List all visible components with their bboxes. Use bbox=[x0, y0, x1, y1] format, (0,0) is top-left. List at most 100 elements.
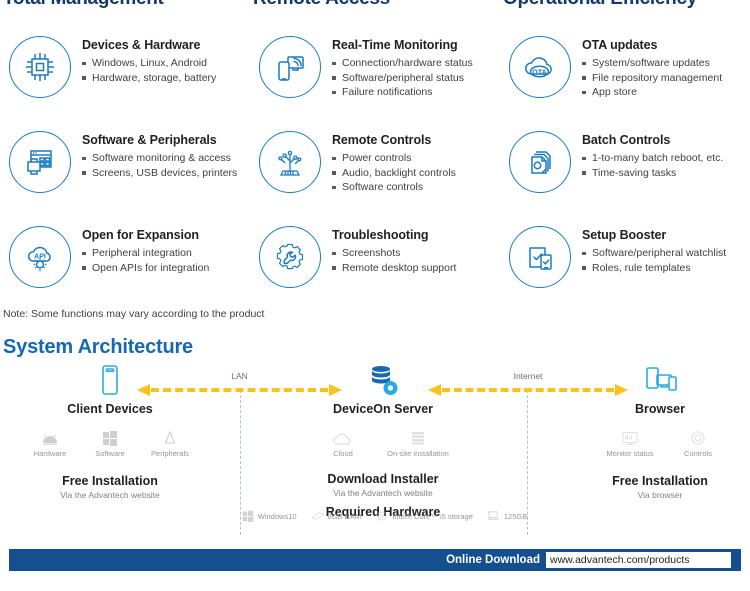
feature-title: Open for Expansion bbox=[82, 228, 199, 242]
feature-card-ota-updates: OTA OTA updates System/software updates … bbox=[500, 30, 750, 125]
cloud-icon bbox=[308, 426, 378, 446]
feature-title: Remote Controls bbox=[332, 133, 432, 147]
chip-icon bbox=[9, 36, 71, 98]
feature-bullet: Failure notifications bbox=[332, 85, 473, 100]
column-header-operational-efficiency: Operational Efficiency bbox=[503, 0, 697, 10]
hardware-label: 125GB bbox=[503, 511, 528, 521]
required-hardware-row: Windows10 8GB RAM Intel® Core™ i5 storag… bbox=[242, 510, 527, 522]
feature-bullet: Hardware, storage, battery bbox=[82, 71, 216, 86]
sub-item-label: On-site installation bbox=[387, 449, 449, 458]
feature-row: Devices & Hardware Windows, Linux, Andro… bbox=[0, 30, 750, 125]
feature-grid: Devices & Hardware Windows, Linux, Andro… bbox=[0, 30, 750, 308]
sub-item: Software bbox=[80, 426, 140, 458]
hardware-label: Windows10 bbox=[257, 511, 297, 521]
feature-title: Setup Booster bbox=[582, 228, 667, 242]
product-note: Note: Some functions may vary according … bbox=[3, 308, 265, 320]
monitor-status-icon bbox=[592, 426, 668, 446]
feature-bullet: Software monitoring & access bbox=[82, 151, 237, 166]
feature-bullet: File repository management bbox=[582, 71, 722, 86]
sub-item-label: Software bbox=[95, 449, 125, 458]
node-deviceon-server: DeviceOn Server Cloud On-site installati… bbox=[288, 362, 478, 519]
feature-bullet: Connection/hardware status bbox=[332, 56, 473, 71]
feature-bullet: Peripheral integration bbox=[82, 246, 209, 261]
gear-wrench-icon bbox=[259, 226, 321, 288]
feature-row: API Open for Expansion Peripheral integr… bbox=[0, 220, 750, 308]
feature-bullets: Software monitoring & access Screens, US… bbox=[82, 151, 237, 180]
feature-bullet: Windows, Linux, Android bbox=[82, 56, 216, 71]
install-info: Free Installation Via browser bbox=[570, 474, 750, 500]
system-architecture-diagram: LAN Internet Client Devices Hardware Sof… bbox=[0, 362, 750, 537]
sub-item: On-site installation bbox=[378, 426, 458, 458]
feature-card-batch-controls: Batch Controls 1-to-many batch reboot, e… bbox=[500, 125, 750, 220]
realtime-monitor-icon bbox=[259, 36, 321, 98]
feature-bullet: Power controls bbox=[332, 151, 456, 166]
svg-text:OTA: OTA bbox=[532, 67, 547, 76]
hardware-item: 125GB bbox=[487, 510, 527, 522]
ota-cloud-icon: OTA bbox=[509, 36, 571, 98]
column-header-remote-access: Remote Access bbox=[253, 0, 390, 10]
node-browser: Browser Monitor status Controls Free Ins… bbox=[570, 362, 750, 500]
node-sub-items: Cloud On-site installation bbox=[288, 426, 478, 458]
feature-bullets: System/software updates File repository … bbox=[582, 56, 722, 100]
download-url[interactable]: www.advantech.com/products bbox=[546, 552, 731, 568]
install-title: Download Installer bbox=[327, 472, 439, 486]
install-subtitle: Via browser bbox=[637, 490, 683, 500]
node-client-devices: Client Devices Hardware Software Periphe… bbox=[20, 362, 200, 500]
svg-text:API: API bbox=[34, 254, 46, 261]
sub-item-label: Monitor status bbox=[606, 449, 654, 458]
api-cloud-gear-icon: API bbox=[9, 226, 71, 288]
sub-item-label: Cloud bbox=[333, 449, 353, 458]
feature-bullets: Screenshots Remote desktop support bbox=[332, 246, 456, 275]
feature-bullets: Software/peripheral watchlist Roles, rul… bbox=[582, 246, 726, 275]
feature-text: Devices & Hardware Windows, Linux, Andro… bbox=[82, 30, 216, 85]
feature-text: Real-Time Monitoring Connection/hardware… bbox=[332, 30, 473, 100]
feature-row: Software & Peripherals Software monitori… bbox=[0, 125, 750, 220]
node-name: DeviceOn Server bbox=[332, 402, 434, 416]
checklist-devices-icon bbox=[509, 226, 571, 288]
feature-title: Real-Time Monitoring bbox=[332, 38, 458, 52]
remote-controls-icon bbox=[259, 131, 321, 193]
sub-item: Controls bbox=[668, 426, 728, 458]
feature-bullets: 1-to-many batch reboot, etc. Time-saving… bbox=[582, 151, 723, 180]
cpu-icon bbox=[375, 510, 389, 522]
onsite-server-icon bbox=[378, 426, 458, 446]
windows-software-icon bbox=[80, 426, 140, 446]
feature-card-setup-booster: Setup Booster Software/peripheral watchl… bbox=[500, 220, 750, 308]
feature-bullet: Open APIs for integration bbox=[82, 261, 209, 276]
disk-drive-icon bbox=[487, 510, 501, 522]
server-database-gear-icon bbox=[288, 362, 478, 398]
feature-bullet: Software/peripheral status bbox=[332, 71, 473, 86]
node-sub-items: Hardware Software Peripherals bbox=[20, 426, 200, 458]
feature-card-open-for-expansion: API Open for Expansion Peripheral integr… bbox=[0, 220, 250, 308]
windows-logo-icon bbox=[241, 510, 255, 522]
feature-bullets: Power controls Audio, backlight controls… bbox=[332, 151, 456, 195]
controls-gear-icon bbox=[668, 426, 728, 446]
feature-text: Remote Controls Power controls Audio, ba… bbox=[332, 125, 456, 195]
tablet-device-icon bbox=[20, 362, 200, 398]
hardware-item: Intel® Core™ i5 storage bbox=[375, 510, 473, 522]
footer-bar: Online Download www.advantech.com/produc… bbox=[9, 549, 741, 571]
feature-bullet: Time-saving tasks bbox=[582, 166, 723, 181]
feature-text: OTA updates System/software updates File… bbox=[582, 30, 722, 100]
feature-bullet: Software/peripheral watchlist bbox=[582, 246, 726, 261]
feature-bullet: Roles, rule templates bbox=[582, 261, 726, 276]
install-subtitle: Via the Advantech website bbox=[60, 490, 160, 500]
sub-item: Cloud bbox=[308, 426, 378, 458]
hardware-label: 8GB RAM bbox=[327, 511, 362, 521]
feature-text: Troubleshooting Screenshots Remote deskt… bbox=[332, 220, 456, 275]
feature-text: Open for Expansion Peripheral integratio… bbox=[82, 220, 209, 275]
column-headers: Total Management Remote Access Operation… bbox=[0, 0, 750, 12]
install-title: Free Installation bbox=[62, 474, 158, 488]
sub-item: Hardware bbox=[20, 426, 80, 458]
multi-device-browser-icon bbox=[570, 362, 750, 398]
feature-title: OTA updates bbox=[582, 38, 658, 52]
feature-bullet: System/software updates bbox=[582, 56, 722, 71]
feature-bullets: Peripheral integration Open APIs for int… bbox=[82, 246, 209, 275]
online-download-label: Online Download bbox=[446, 554, 540, 566]
feature-card-real-time-monitoring: Real-Time Monitoring Connection/hardware… bbox=[250, 30, 500, 125]
sub-item: Monitor status bbox=[592, 426, 668, 458]
node-name: Browser bbox=[634, 402, 686, 416]
feature-title: Troubleshooting bbox=[332, 228, 429, 242]
feature-card-remote-controls: Remote Controls Power controls Audio, ba… bbox=[250, 125, 500, 220]
sub-item: Peripherals bbox=[140, 426, 200, 458]
